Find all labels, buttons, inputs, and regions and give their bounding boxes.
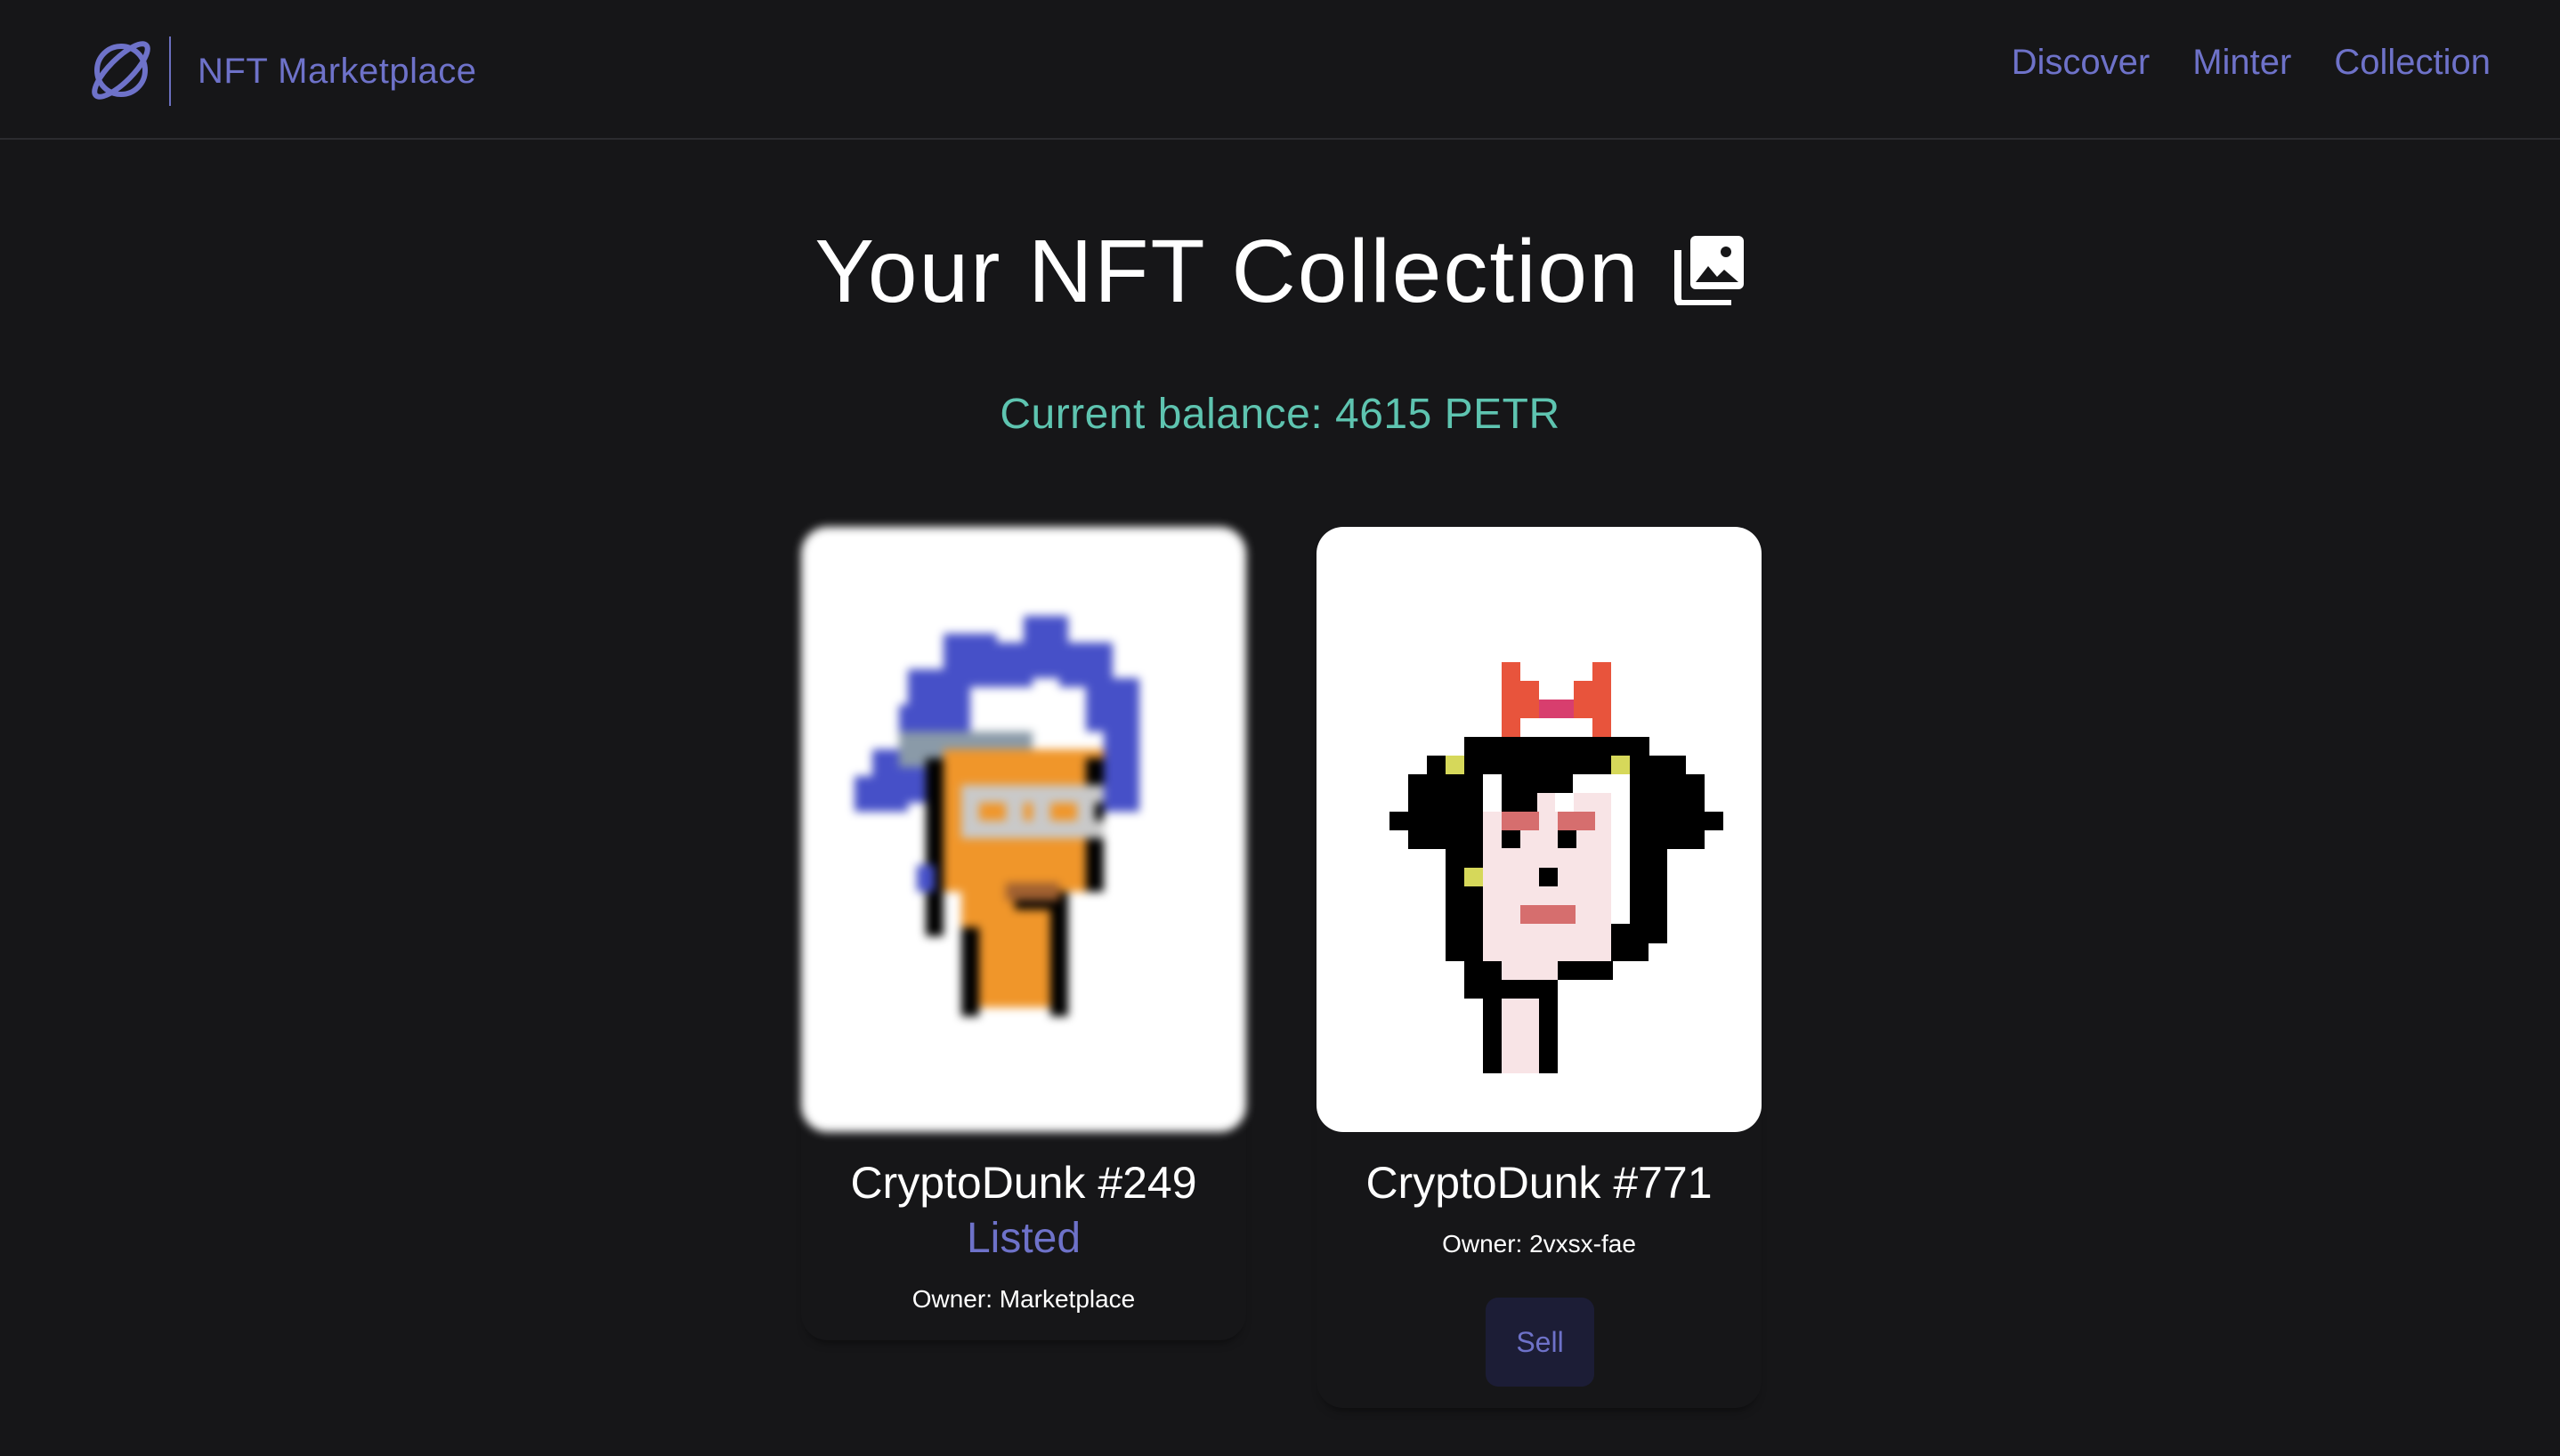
nft-card[interactable]: CryptoDunk #249 Listed Owner: Marketplac… [801,527,1246,1340]
sell-button[interactable]: Sell [1486,1298,1594,1387]
brand-name[interactable]: NFT Marketplace [198,52,477,92]
top-navbar: NFT Marketplace Discover Minter Collecti… [0,0,2560,140]
current-balance: Current balance: 4615 PETR [1000,391,1560,438]
nav-link-minter[interactable]: Minter [2192,43,2291,83]
brand-divider [169,36,171,106]
image-gallery-icon [1673,235,1744,305]
page-title: Your NFT Collection [814,222,1641,321]
brand[interactable]: NFT Marketplace [85,27,477,116]
nft-owner: Owner: 2vxsx-fae [1442,1230,1636,1258]
nft-name: CryptoDunk #771 [1365,1158,1713,1208]
nav-link-collection[interactable]: Collection [2334,43,2491,83]
nft-owner: Owner: Marketplace [911,1285,1136,1313]
nav-links: Discover Minter Collection [2012,43,2491,83]
listed-status: Listed [966,1215,1082,1262]
nft-name: CryptoDunk #249 [850,1158,1197,1208]
cryptodunk-249-art [855,616,1139,1016]
nav-link-discover[interactable]: Discover [2012,43,2151,83]
nft-image[interactable] [801,527,1246,1132]
nft-card[interactable]: CryptoDunk #771 Owner: 2vxsx-fae Sell [1316,527,1762,1408]
title-row: Your NFT Collection [0,221,2560,323]
planet-logo-icon [92,41,150,100]
nft-image[interactable] [1316,527,1762,1132]
cryptodunk-771-art [1389,662,1723,1073]
